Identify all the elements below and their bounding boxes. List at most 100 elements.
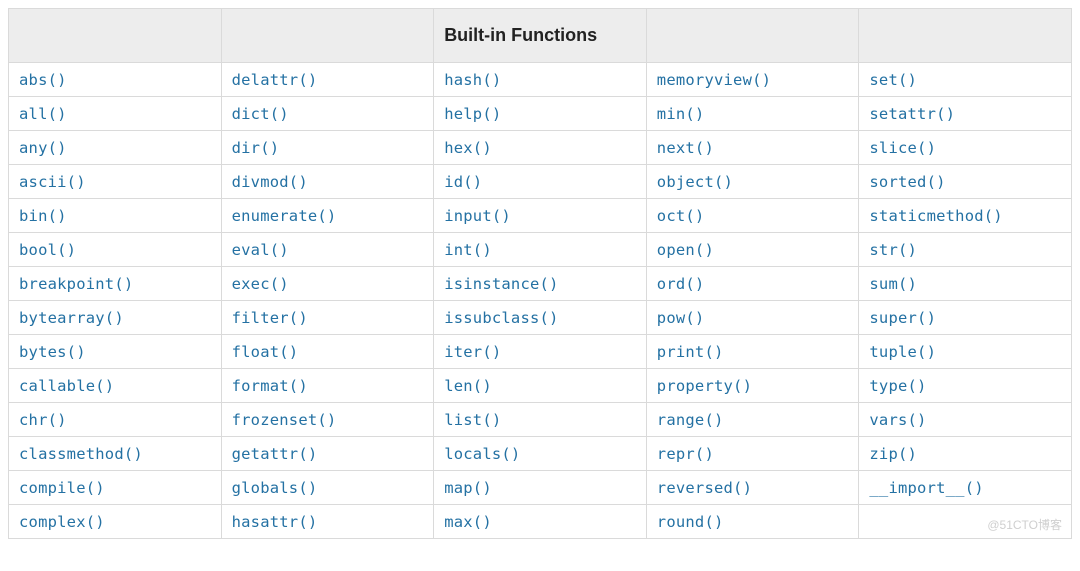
function-link[interactable]: any(): [19, 139, 67, 157]
table-cell: getattr(): [221, 437, 434, 471]
function-link[interactable]: hasattr(): [232, 513, 318, 531]
function-link[interactable]: memoryview(): [657, 71, 771, 89]
function-link[interactable]: abs(): [19, 71, 67, 89]
function-link[interactable]: list(): [444, 411, 501, 429]
function-link[interactable]: hash(): [444, 71, 501, 89]
table-cell: any(): [9, 131, 222, 165]
table-row: all() dict() help() min() setattr(): [9, 97, 1072, 131]
function-link[interactable]: locals(): [444, 445, 520, 463]
function-link[interactable]: bin(): [19, 207, 67, 225]
function-link[interactable]: set(): [869, 71, 917, 89]
header-col-1: [221, 9, 434, 63]
function-link[interactable]: classmethod(): [19, 445, 143, 463]
table-cell: object(): [646, 165, 859, 199]
function-link[interactable]: oct(): [657, 207, 705, 225]
function-link[interactable]: exec(): [232, 275, 289, 293]
function-link[interactable]: print(): [657, 343, 724, 361]
function-link[interactable]: delattr(): [232, 71, 318, 89]
table-cell: list(): [434, 403, 647, 437]
table-cell: super(): [859, 301, 1072, 335]
table-cell: setattr(): [859, 97, 1072, 131]
function-link[interactable]: next(): [657, 139, 714, 157]
function-link[interactable]: map(): [444, 479, 492, 497]
function-link[interactable]: filter(): [232, 309, 308, 327]
function-link[interactable]: property(): [657, 377, 752, 395]
function-link[interactable]: issubclass(): [444, 309, 558, 327]
function-link[interactable]: help(): [444, 105, 501, 123]
function-link[interactable]: dict(): [232, 105, 289, 123]
table-cell: round(): [646, 505, 859, 539]
function-link[interactable]: ord(): [657, 275, 705, 293]
function-link[interactable]: eval(): [232, 241, 289, 259]
function-link[interactable]: repr(): [657, 445, 714, 463]
function-link[interactable]: dir(): [232, 139, 280, 157]
table-cell: iter(): [434, 335, 647, 369]
function-link[interactable]: zip(): [869, 445, 917, 463]
function-link[interactable]: max(): [444, 513, 492, 531]
table-cell: zip(): [859, 437, 1072, 471]
function-link[interactable]: range(): [657, 411, 724, 429]
function-link[interactable]: breakpoint(): [19, 275, 133, 293]
function-link[interactable]: min(): [657, 105, 705, 123]
header-col-4: [859, 9, 1072, 63]
function-link[interactable]: bool(): [19, 241, 76, 259]
function-link[interactable]: int(): [444, 241, 492, 259]
function-link[interactable]: float(): [232, 343, 299, 361]
function-link[interactable]: slice(): [869, 139, 936, 157]
function-link[interactable]: vars(): [869, 411, 926, 429]
function-link[interactable]: sorted(): [869, 173, 945, 191]
function-link[interactable]: iter(): [444, 343, 501, 361]
table-row: chr() frozenset() list() range() vars(): [9, 403, 1072, 437]
table-cell: breakpoint(): [9, 267, 222, 301]
table-cell: delattr(): [221, 63, 434, 97]
function-link[interactable]: globals(): [232, 479, 318, 497]
function-link[interactable]: chr(): [19, 411, 67, 429]
function-link[interactable]: complex(): [19, 513, 105, 531]
function-link[interactable]: callable(): [19, 377, 114, 395]
table-cell: staticmethod(): [859, 199, 1072, 233]
function-link[interactable]: open(): [657, 241, 714, 259]
table-cell: oct(): [646, 199, 859, 233]
table-cell: type(): [859, 369, 1072, 403]
table-row: bytes() float() iter() print() tuple(): [9, 335, 1072, 369]
function-link[interactable]: format(): [232, 377, 308, 395]
function-link[interactable]: sum(): [869, 275, 917, 293]
function-link[interactable]: ascii(): [19, 173, 86, 191]
table-cell: input(): [434, 199, 647, 233]
table-cell: set(): [859, 63, 1072, 97]
function-link[interactable]: object(): [657, 173, 733, 191]
function-link[interactable]: frozenset(): [232, 411, 337, 429]
function-link[interactable]: id(): [444, 173, 482, 191]
function-link[interactable]: bytes(): [19, 343, 86, 361]
function-link[interactable]: bytearray(): [19, 309, 124, 327]
table-cell: print(): [646, 335, 859, 369]
function-link[interactable]: enumerate(): [232, 207, 337, 225]
function-link[interactable]: tuple(): [869, 343, 936, 361]
function-link[interactable]: reversed(): [657, 479, 752, 497]
table-cell: issubclass(): [434, 301, 647, 335]
function-link[interactable]: input(): [444, 207, 511, 225]
function-link[interactable]: isinstance(): [444, 275, 558, 293]
function-link[interactable]: all(): [19, 105, 67, 123]
table-cell: enumerate(): [221, 199, 434, 233]
function-link[interactable]: type(): [869, 377, 926, 395]
function-link[interactable]: staticmethod(): [869, 207, 1002, 225]
table-row: callable() format() len() property() type(): [9, 369, 1072, 403]
header-col-2: Built-in Functions: [434, 9, 647, 63]
function-link[interactable]: len(): [444, 377, 492, 395]
function-link[interactable]: str(): [869, 241, 917, 259]
function-link[interactable]: setattr(): [869, 105, 955, 123]
function-link[interactable]: __import__(): [869, 479, 983, 497]
table-cell: sum(): [859, 267, 1072, 301]
function-link[interactable]: round(): [657, 513, 724, 531]
table-cell: locals(): [434, 437, 647, 471]
function-link[interactable]: hex(): [444, 139, 492, 157]
table-cell: max(): [434, 505, 647, 539]
function-link[interactable]: getattr(): [232, 445, 318, 463]
function-link[interactable]: compile(): [19, 479, 105, 497]
function-link[interactable]: divmod(): [232, 173, 308, 191]
function-link[interactable]: pow(): [657, 309, 705, 327]
table-cell: help(): [434, 97, 647, 131]
table-cell: ord(): [646, 267, 859, 301]
function-link[interactable]: super(): [869, 309, 936, 327]
